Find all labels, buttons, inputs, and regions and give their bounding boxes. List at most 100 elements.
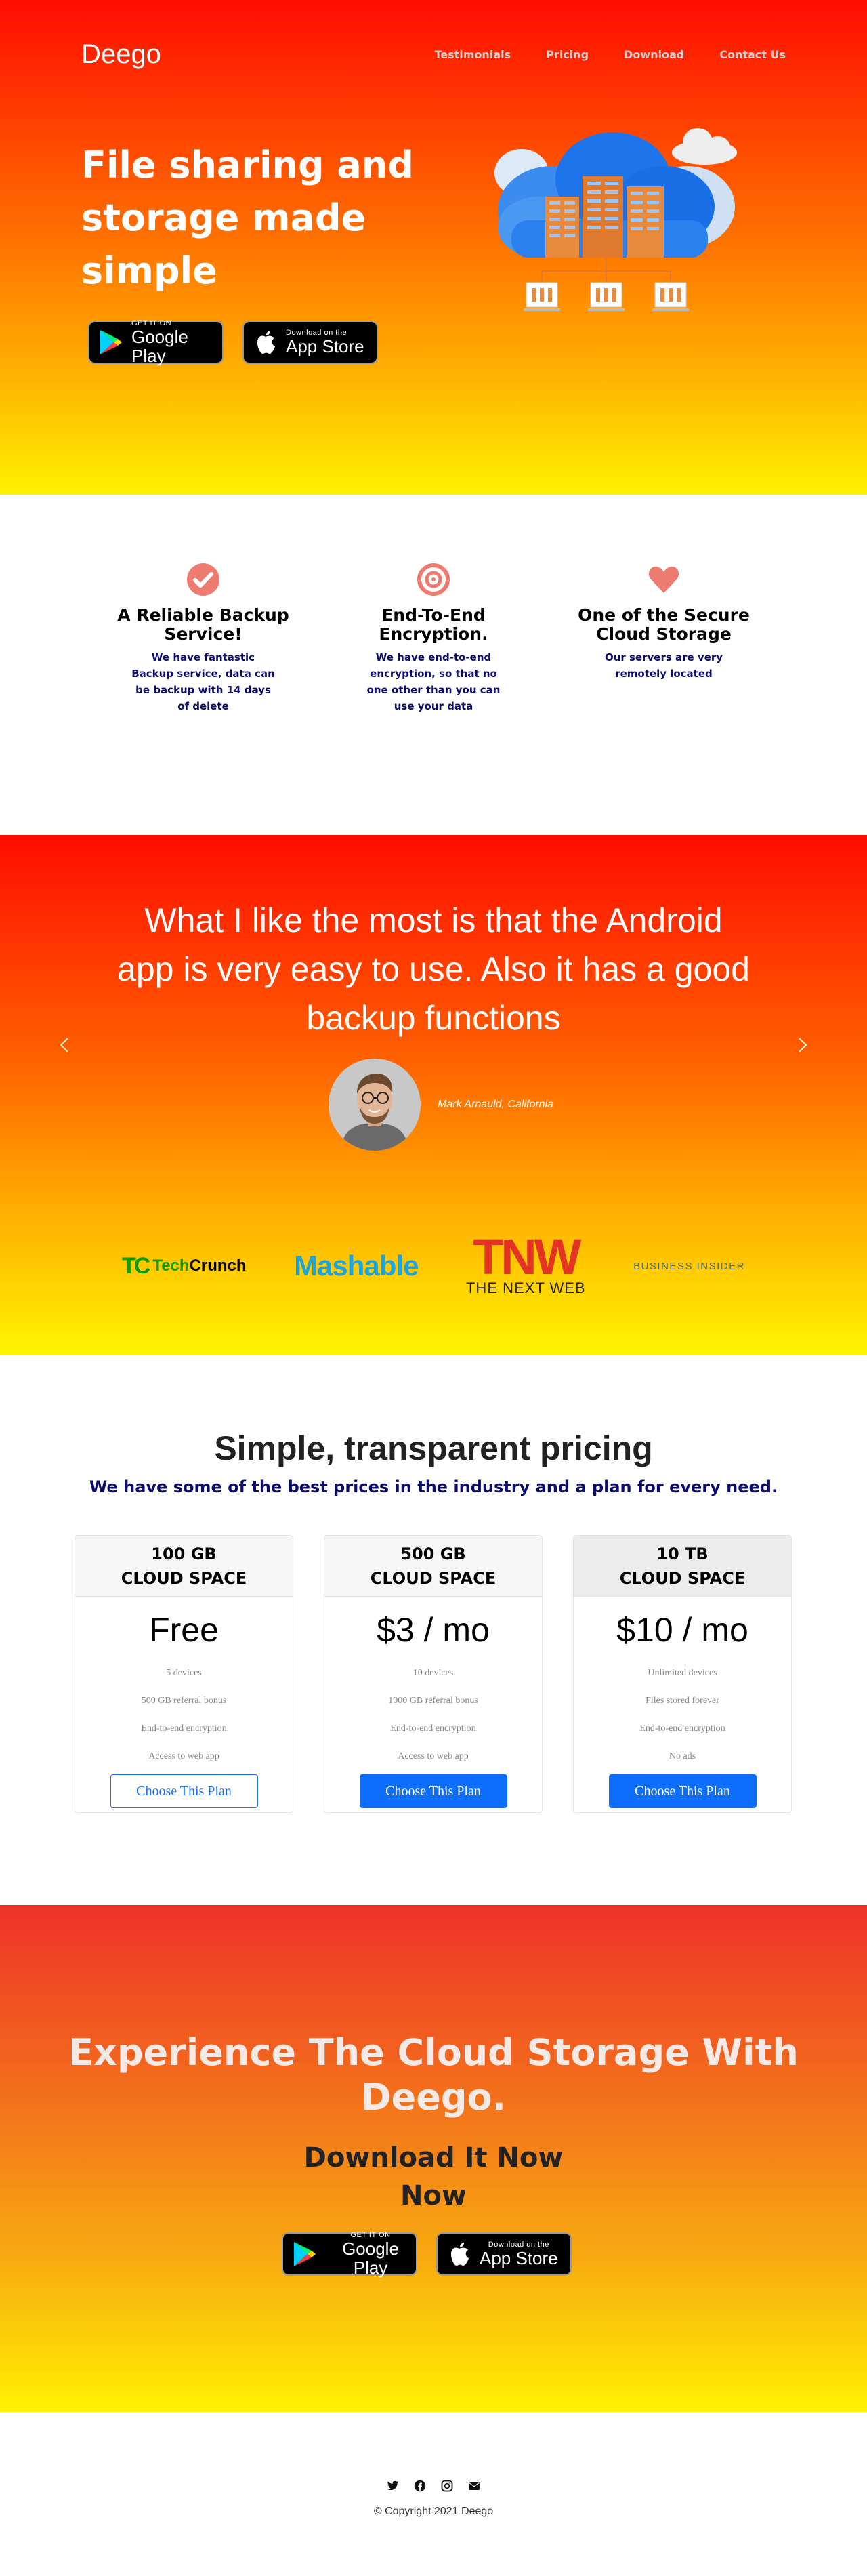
plan-feature: Access to web app [148, 1751, 219, 1761]
tnw-logo: TNW THE NEXT WEB [465, 1229, 586, 1297]
plan-features: 5 devices 500 GB referral bonus End-to-e… [75, 1659, 293, 1770]
press-logos: TC TechCrunch Mashable TNW THE NEXT WEB … [122, 1229, 745, 1297]
choose-plan-button[interactable]: Choose This Plan [110, 1774, 258, 1808]
app-store-big-label: App Store [480, 2248, 558, 2268]
cta-subtitle: Download It Now Now [0, 2139, 867, 2215]
feature-title: One of the Secure Cloud Storage [578, 605, 750, 644]
feature-text: Our servers are very remotely located [604, 651, 723, 680]
testimonial-author-name: Mark Arnauld, California [438, 1099, 554, 1110]
nav-link-pricing[interactable]: Pricing [546, 48, 589, 61]
plan-feature: No ads [669, 1751, 696, 1761]
techcrunch-tech-text: Tech [152, 1256, 190, 1275]
brand-logo[interactable]: Deego [81, 39, 161, 70]
copyright-text: © Copyright 2021 Deego [373, 2506, 494, 2517]
choose-plan-button[interactable]: Choose This Plan [359, 1774, 507, 1808]
plan-size: 10 TB [656, 1544, 709, 1563]
plan-feature: 10 devices [413, 1668, 454, 1678]
nav-link-download[interactable]: Download [624, 48, 684, 61]
download-cta-section: Experience The Cloud Storage With Deego.… [0, 1905, 867, 2412]
features-section: A Reliable Backup Service! We have fanta… [0, 495, 867, 835]
feature-secure-storage: One of the Secure Cloud Storage Our serv… [576, 563, 752, 835]
tnw-logo-text: THE NEXT WEB [465, 1280, 586, 1296]
nav-link-testimonials[interactable]: Testimonials [434, 48, 511, 61]
testimonial-quote: What I like the most is that the Android… [117, 901, 750, 1037]
techcrunch-crunch-text: Crunch [189, 1256, 247, 1275]
pricing-card-10tb: 10 TB CLOUD SPACE $10 / mo Unlimited dev… [573, 1535, 792, 1813]
google-play-big-label: Google Play [342, 2238, 399, 2278]
hero-section: Deego Testimonials Pricing Download Cont… [0, 0, 867, 495]
pricing-subtitle: We have some of the best prices in the i… [89, 1477, 778, 1496]
cta-title: Experience The Cloud Storage With Deego. [68, 2031, 799, 2119]
testimonial-author: Mark Arnauld, California [329, 1059, 553, 1151]
app-store-button[interactable]: Download on the App Store [436, 2232, 572, 2276]
choose-plan-button[interactable]: Choose This Plan [608, 1774, 757, 1808]
envelope-icon[interactable] [468, 2480, 480, 2492]
techcrunch-logo: TC TechCrunch [122, 1253, 247, 1280]
footer: © Copyright 2021 Deego [0, 2412, 867, 2575]
check-circle-icon [187, 563, 219, 596]
feature-text: We have end-to-end encryption, so that n… [366, 651, 501, 712]
nav-link-contact-us[interactable]: Contact Us [719, 48, 786, 61]
heart-icon [648, 567, 679, 593]
cta-subtitle-text: Download It Now Now [303, 2142, 564, 2211]
app-store-big-label: App Store [286, 336, 364, 356]
pricing-title: Simple, transparent pricing [214, 1429, 653, 1467]
feature-backup: A Reliable Backup Service! We have fanta… [115, 563, 291, 835]
plan-feature: Files stored forever [646, 1696, 719, 1706]
plan-header: 100 GB CLOUD SPACE [75, 1536, 293, 1597]
plan-feature: Access to web app [398, 1751, 469, 1761]
plan-price: $3 / mo [377, 1611, 490, 1649]
google-play-button[interactable]: GET IT ON Google Play [282, 2231, 417, 2278]
plan-feature: 1000 GB referral bonus [388, 1696, 478, 1706]
techcrunch-mark-icon: TC [122, 1252, 150, 1279]
hero-title: File sharing and storage made simple [81, 144, 414, 292]
carousel-next-arrow[interactable] [792, 1025, 813, 1065]
plan-header: 10 TB CLOUD SPACE [574, 1536, 791, 1597]
cta-store-buttons: GET IT ON Google Play Download on the Ap… [282, 2231, 572, 2278]
plan-space-label: CLOUD SPACE [619, 1568, 746, 1588]
google-play-icon [100, 330, 122, 354]
cloud-server-illustration [494, 128, 737, 311]
plan-size: 100 GB [151, 1544, 217, 1563]
plan-space-label: CLOUD SPACE [121, 1568, 247, 1588]
pricing-section: Simple, transparent pricing We have some… [0, 1355, 867, 1905]
plan-header: 500 GB CLOUD SPACE [324, 1536, 542, 1597]
plan-price: Free [149, 1611, 219, 1649]
plan-feature: 5 devices [166, 1668, 202, 1678]
plan-size: 500 GB [400, 1544, 466, 1563]
plan-features: 10 devices 1000 GB referral bonus End-to… [324, 1659, 542, 1770]
business-insider-logo: BUSINESS INSIDER [633, 1260, 745, 1272]
feature-text: We have fantastic Backup service, data c… [131, 651, 275, 712]
apple-icon [451, 2243, 469, 2266]
plan-feature: End-to-end encryption [141, 1723, 227, 1734]
instagram-icon[interactable] [441, 2480, 453, 2492]
tnw-logo-mark: TNW [473, 1229, 581, 1285]
plan-feature: End-to-end encryption [639, 1723, 725, 1734]
nav-links: Testimonials Pricing Download Contact Us [434, 48, 786, 61]
pricing-card-500gb: 500 GB CLOUD SPACE $3 / mo 10 devices 10… [324, 1535, 543, 1813]
pricing-card-100gb: 100 GB CLOUD SPACE Free 5 devices 500 GB… [75, 1535, 293, 1813]
apple-icon [257, 331, 275, 354]
plan-feature: End-to-end encryption [390, 1723, 476, 1734]
carousel-prev-arrow[interactable] [54, 1025, 75, 1065]
app-store-button[interactable]: Download on the App Store [242, 321, 378, 364]
google-play-button[interactable]: GET IT ON Google Play [88, 319, 224, 366]
avatar [329, 1059, 421, 1151]
google-play-big-label: Google Play [131, 327, 188, 366]
mashable-logo: Mashable [294, 1250, 419, 1282]
feature-title: A Reliable Backup Service! [117, 605, 289, 644]
plan-feature: 500 GB referral bonus [141, 1696, 227, 1706]
twitter-icon[interactable] [387, 2480, 399, 2492]
plan-price: $10 / mo [616, 1611, 748, 1649]
plan-feature: Unlimited devices [648, 1668, 717, 1678]
plan-space-label: CLOUD SPACE [370, 1568, 496, 1588]
google-play-icon [294, 2242, 316, 2266]
testimonial-section: What I like the most is that the Android… [0, 835, 867, 1355]
plan-features: Unlimited devices Files stored forever E… [574, 1659, 791, 1770]
laptop-devices [524, 282, 689, 311]
feature-encryption: End-To-End Encryption. We have end-to-en… [345, 563, 522, 835]
top-navbar: Deego Testimonials Pricing Download Cont… [81, 37, 786, 71]
facebook-icon[interactable] [414, 2480, 426, 2492]
hero-store-buttons: GET IT ON Google Play Download on the Ap… [88, 319, 378, 366]
feature-title: End-To-End Encryption. [379, 605, 488, 644]
